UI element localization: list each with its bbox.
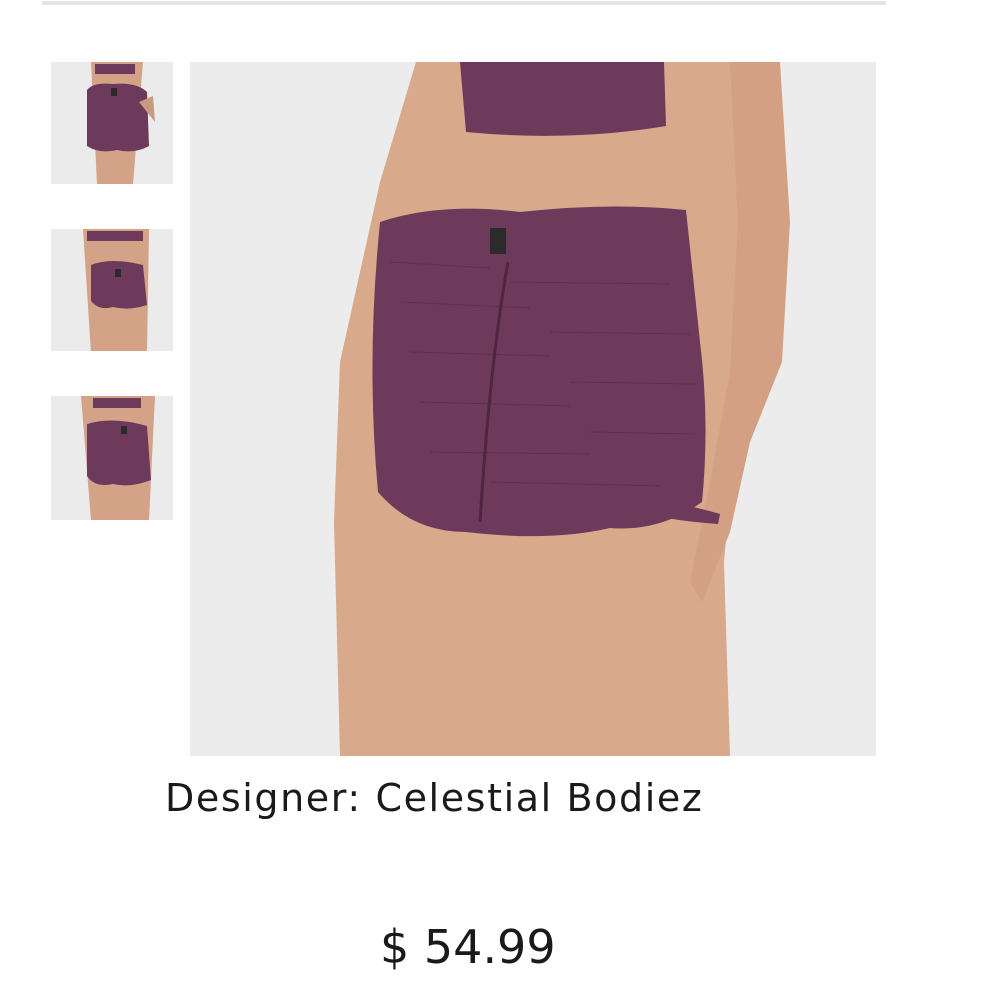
main-product-image [190, 62, 876, 756]
designer-name[interactable]: Celestial Bodiez [375, 776, 703, 820]
top-divider [42, 1, 886, 5]
thumbnail-image [51, 229, 173, 351]
thumbnail-image [51, 62, 173, 184]
price: $ 54.99 [380, 920, 556, 974]
price-value: 54.99 [423, 920, 556, 974]
designer-line: Designer: Celestial Bodiez [165, 776, 703, 820]
thumbnail-angled-view[interactable] [51, 229, 173, 351]
designer-label: Designer: [165, 776, 362, 820]
price-currency: $ [380, 920, 410, 974]
main-product-illustration [190, 62, 876, 756]
product-page: Designer: Celestial Bodiez $ 54.99 [0, 0, 1000, 1000]
thumbnail-side-view[interactable] [51, 396, 173, 520]
thumbnail-back-view[interactable] [51, 62, 173, 184]
thumbnail-image [51, 396, 173, 520]
